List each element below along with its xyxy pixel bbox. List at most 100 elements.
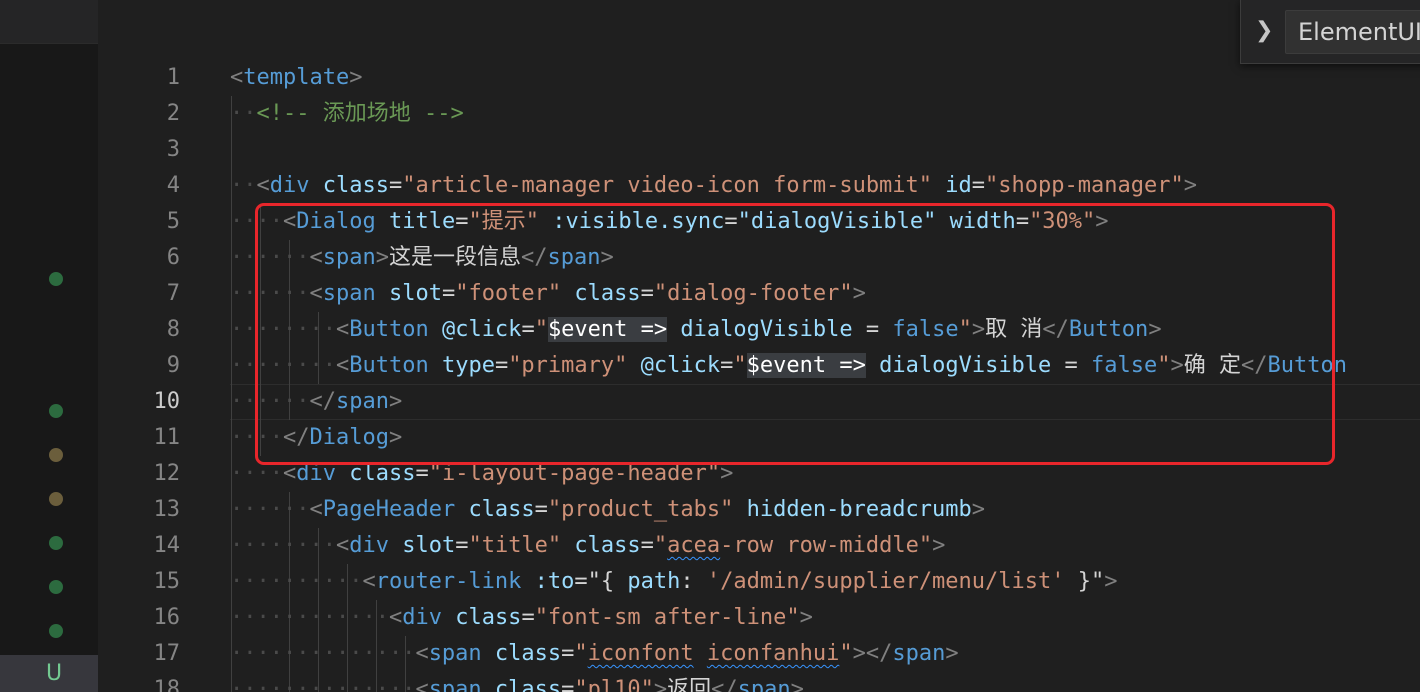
code-token: :to — [534, 569, 575, 594]
code-line[interactable]: ··············<span class="pl10">返回</spa… — [230, 672, 804, 692]
code-token: span — [428, 641, 482, 666]
file-status-dot — [49, 448, 63, 462]
code-token: span — [737, 677, 791, 692]
code-token: " — [839, 641, 853, 666]
code-token: = — [574, 569, 588, 594]
code-token: <!-- 添加场地 --> — [256, 101, 464, 126]
code-token: PageHeader — [322, 497, 456, 522]
code-token: > — [945, 641, 959, 666]
code-token: span — [892, 641, 946, 666]
code-line[interactable]: ············<div class="font-sm after-li… — [230, 600, 813, 636]
file-status-dot — [49, 624, 63, 638]
code-token: < — [415, 641, 429, 666]
code-token: > — [653, 677, 668, 692]
code-token: "pl10" — [574, 677, 654, 692]
line-number: 9 — [166, 353, 180, 378]
code-token: class — [322, 173, 389, 198]
file-status-dot — [49, 536, 63, 550]
code-token: iconfanhui — [706, 641, 840, 666]
code-token: < — [415, 677, 429, 692]
code-line[interactable]: ······<PageHeader class="product_tabs" h… — [230, 492, 985, 528]
explorer-sidebar: U — [0, 0, 98, 692]
line-number: 2 — [166, 101, 180, 126]
untracked-status-badge: U — [46, 661, 63, 686]
code-token: > — [1104, 569, 1118, 594]
code-token: div — [402, 605, 442, 630]
code-token: template — [243, 65, 350, 90]
code-token: 返回 — [667, 677, 712, 692]
code-token: " — [574, 641, 588, 666]
code-token: "{ — [587, 569, 628, 594]
code-token: span — [428, 677, 482, 692]
code-token: " — [653, 533, 668, 558]
code-token: id — [945, 173, 972, 198]
code-token: '/admin/supplier/menu/list' — [706, 569, 1065, 594]
file-status-dot — [49, 580, 63, 594]
code-token: class — [494, 677, 562, 692]
code-token: < — [309, 497, 323, 522]
code-line[interactable]: ··<div class="article-manager video-icon… — [230, 168, 1197, 204]
chevron-right-icon[interactable]: ❯ — [1255, 18, 1273, 43]
annotation-highlight-box — [255, 203, 1335, 465]
code-line[interactable]: ········<div slot="title" class="acea-ro… — [230, 528, 945, 564]
file-status-dot — [49, 492, 63, 506]
line-number: 8 — [166, 317, 180, 342]
line-number: 6 — [166, 245, 180, 270]
line-number: 15 — [153, 569, 181, 594]
line-number: 14 — [153, 533, 181, 558]
code-token: "product_tabs" — [547, 497, 734, 522]
code-token: class — [574, 533, 641, 558]
code-token: router-link — [375, 569, 522, 594]
find-widget: ❯ ElementUI — [1240, 0, 1420, 64]
code-token: = — [640, 533, 654, 558]
code-token: "article-manager video-icon form-submit" — [402, 173, 933, 198]
line-number: 5 — [166, 209, 180, 234]
code-line[interactable]: <template> — [230, 60, 362, 96]
whitespace-marker: ·· — [230, 173, 257, 198]
code-token: > — [349, 65, 363, 90]
code-token: </ — [711, 677, 738, 692]
code-token: }" — [1064, 569, 1105, 594]
line-number: 12 — [153, 461, 181, 486]
code-token: > — [852, 641, 866, 666]
whitespace-marker: ·············· — [230, 641, 416, 666]
code-line[interactable]: ··············<span class="iconfont icon… — [230, 636, 959, 672]
code-line[interactable]: ··········<router-link :to="{ path: '/ad… — [230, 564, 1118, 600]
code-token: > — [971, 497, 986, 522]
code-token: iconfont — [587, 641, 694, 666]
code-token: </ — [865, 641, 893, 666]
code-token: slot — [402, 533, 456, 558]
code-token: : — [680, 569, 707, 594]
code-token: < — [230, 65, 244, 90]
code-token: class — [468, 497, 535, 522]
code-editor-window: U 1 2 3 4 5 6 7 8 9 10 11 12 13 14 15 16 17 18 <template>… — [0, 0, 1420, 692]
code-token: div — [349, 533, 389, 558]
code-token: < — [256, 173, 270, 198]
line-number: 17 — [153, 641, 181, 666]
whitespace-marker: ········ — [230, 533, 336, 558]
code-token: div — [269, 173, 310, 198]
code-line[interactable]: ··<!-- 添加场地 --> — [230, 96, 464, 132]
code-token: > — [799, 605, 813, 630]
code-token: = — [561, 677, 575, 692]
code-token: < — [362, 569, 376, 594]
line-number: 3 — [166, 137, 180, 162]
find-input[interactable]: ElementUI — [1285, 10, 1420, 54]
code-token: "title" — [468, 533, 562, 558]
code-token: "font-sm after-line" — [534, 605, 800, 630]
code-token: class — [494, 641, 562, 666]
sidebar-header — [0, 0, 98, 44]
line-number: 16 — [153, 605, 181, 630]
code-token: = — [455, 533, 469, 558]
code-token: = — [534, 497, 548, 522]
code-token: class — [455, 605, 522, 630]
line-number: 11 — [153, 425, 181, 450]
